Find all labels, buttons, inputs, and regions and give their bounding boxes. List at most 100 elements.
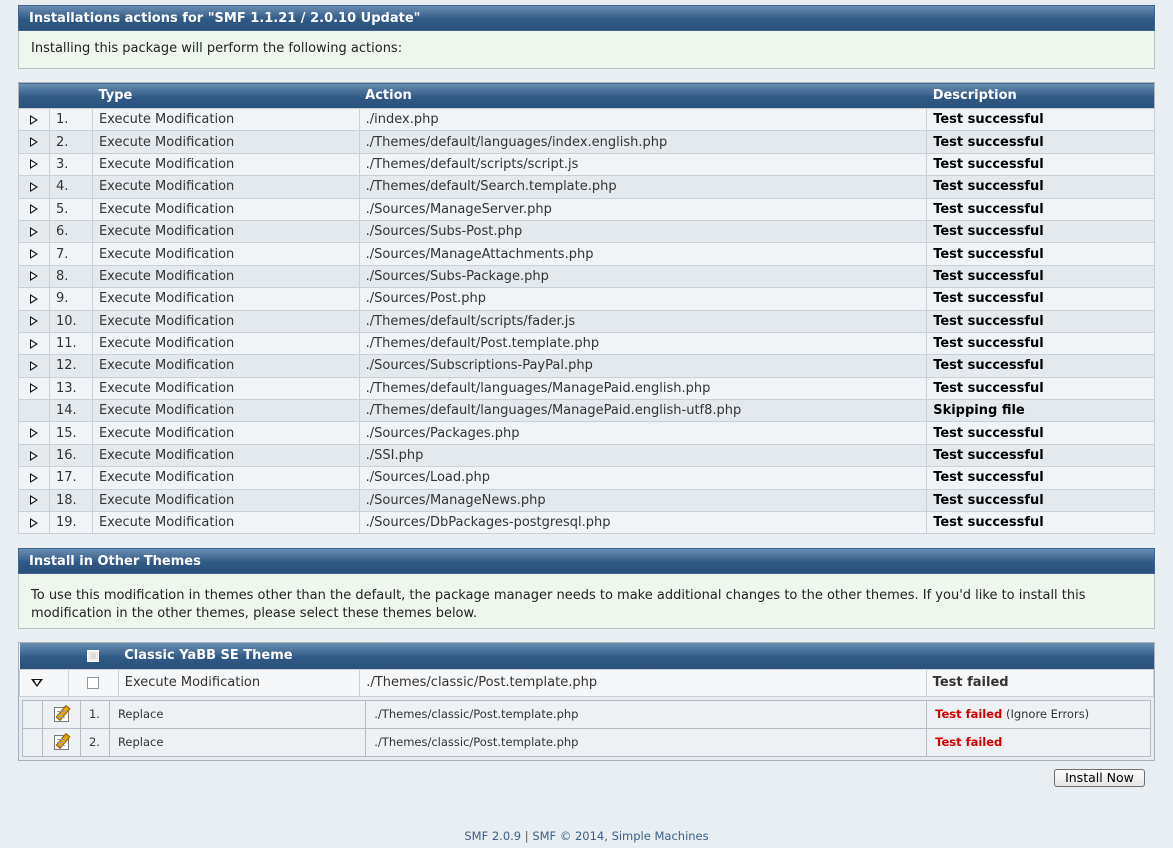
table-row: 1. Execute Modification ./index.php Test su… [18, 107, 1155, 132]
row-status: Test successful [926, 242, 1155, 266]
footer-copyright-link[interactable]: SMF © 2014 [532, 829, 604, 843]
sub-row-status-cell: Test failed (Ignore Errors) [926, 699, 1151, 729]
theme-name: Classic YaBB SE Theme [118, 643, 1154, 669]
row-type: Execute Modification [91, 376, 360, 401]
row-type: Execute Modification [91, 130, 360, 154]
row-number: 18. [48, 488, 93, 513]
expand-arrow-icon[interactable] [29, 338, 38, 349]
row-status: Test successful [926, 466, 1155, 490]
row-status: Test successful [926, 421, 1155, 445]
edit-icon [53, 734, 69, 750]
expand-arrow-icon[interactable] [29, 472, 38, 483]
other-themes-title: Install in Other Themes [29, 554, 201, 569]
row-action-file: ./Sources/ManageServer.php [358, 197, 928, 221]
footer: SMF 2.0.9 | SMF © 2014, Simple Machines [0, 829, 1173, 843]
row-status: Test successful [926, 197, 1155, 221]
install-now-button[interactable]: Install Now [1054, 769, 1145, 787]
install-actions-title: Installations actions for "SMF 1.1.21 / … [29, 11, 421, 26]
sub-row-file: ./Themes/classic/Post.template.php [365, 727, 928, 757]
expand-arrow-icon[interactable] [29, 360, 38, 371]
footer-version-link[interactable]: SMF 2.0.9 [464, 829, 521, 843]
row-action-file: ./Themes/default/Post.template.php [358, 331, 928, 356]
expand-arrow-icon[interactable] [29, 428, 38, 439]
install-intro-text: Installing this package will perform the… [31, 41, 403, 56]
row-type: Execute Modification [91, 264, 360, 289]
row-number: 11. [48, 331, 93, 356]
expand-arrow-icon[interactable] [29, 114, 38, 125]
row-type: Execute Modification [91, 443, 360, 468]
install-intro-box: Installing this package will perform the… [18, 31, 1155, 69]
expand-toggle[interactable] [18, 107, 50, 132]
expand-arrow-icon[interactable] [29, 204, 38, 215]
row-action-file: ./Themes/default/languages/ManagePaid.en… [358, 376, 928, 401]
table-row: 17. Execute Modification ./Sources/Load.ph… [18, 466, 1155, 490]
expand-toggle[interactable] [18, 511, 50, 535]
row-number: 16. [48, 443, 93, 468]
expand-toggle[interactable] [18, 376, 50, 401]
row-number: 1. [48, 107, 93, 132]
table-row: 9. Execute Modification ./Sources/Post.php… [18, 287, 1155, 311]
row-type: Execute Modification [91, 354, 360, 378]
theme-section-classic: Classic YaBB SE Theme Execute Modificati… [18, 642, 1155, 761]
expand-arrow-icon[interactable] [29, 226, 38, 237]
sub-row-number: 2. [79, 727, 110, 757]
theme-table: Classic YaBB SE Theme Execute Modificati… [19, 643, 1155, 697]
footer-company-link[interactable]: Simple Machines [612, 829, 709, 843]
collapse-toggle[interactable] [19, 668, 69, 697]
other-themes-intro-box: To use this modification in themes other… [18, 574, 1155, 629]
sub-action-row: 2. Replace ./Themes/classic/Post.template.… [22, 727, 1151, 757]
table-row: 5. Execute Modification ./Sources/ManageSe… [18, 197, 1155, 221]
expand-toggle[interactable] [18, 264, 50, 289]
theme-action-checkbox[interactable] [87, 676, 100, 689]
row-number: 14. [48, 399, 93, 423]
expand-arrow-icon[interactable] [29, 271, 38, 282]
expand-toggle[interactable] [18, 152, 50, 177]
expand-toggle[interactable] [18, 331, 50, 356]
expand-toggle[interactable] [18, 175, 50, 199]
other-themes-header: Install in Other Themes [18, 548, 1155, 574]
row-type: Execute Modification [91, 287, 360, 311]
expand-toggle[interactable] [18, 197, 50, 221]
expand-arrow-icon[interactable] [29, 159, 38, 170]
expand-toggle[interactable] [18, 219, 50, 244]
row-number: 15. [48, 421, 93, 445]
edit-icon [53, 706, 69, 722]
row-status: Test successful [926, 107, 1155, 132]
table-row: 15. Execute Modification ./Sources/Package… [18, 421, 1155, 445]
table-row: 10. Execute Modification ./Themes/default/… [18, 309, 1155, 333]
expand-toggle[interactable] [18, 488, 50, 513]
expand-arrow-icon[interactable] [29, 293, 38, 304]
collapse-arrow-icon[interactable] [31, 678, 43, 687]
row-action-file: ./Sources/Packages.php [358, 421, 928, 445]
row-type: Execute Modification [91, 152, 360, 177]
expand-arrow-icon[interactable] [29, 383, 38, 394]
expand-toggle[interactable] [18, 421, 50, 445]
expand-arrow-icon[interactable] [29, 316, 38, 327]
package-install-page: Installations actions for "SMF 1.1.21 / … [0, 0, 1173, 848]
row-action-file: ./Sources/Subscriptions-PayPal.php [358, 354, 928, 378]
table-row: 6. Execute Modification ./Sources/Subs-Pos… [18, 219, 1155, 244]
expand-arrow-icon[interactable] [29, 495, 38, 506]
table-row: 12. Execute Modification ./Sources/Subscri… [18, 354, 1155, 378]
row-type: Execute Modification [91, 219, 360, 244]
row-action-file: ./Sources/Subs-Package.php [358, 264, 928, 289]
row-type: Execute Modification [91, 107, 360, 132]
expand-toggle[interactable] [18, 309, 50, 333]
actions-table-header: Type Action Description [18, 82, 1155, 109]
expand-arrow-icon[interactable] [29, 517, 38, 528]
expand-arrow-icon[interactable] [29, 137, 38, 148]
expand-toggle[interactable] [18, 443, 50, 468]
expand-toggle[interactable] [18, 287, 50, 311]
row-status: Test successful [926, 354, 1155, 378]
select-all-checkbox[interactable] [87, 649, 100, 662]
expand-toggle[interactable] [18, 242, 50, 266]
row-action-file: ./SSI.php [358, 443, 928, 468]
expand-toggle[interactable] [18, 354, 50, 378]
expand-toggle[interactable] [18, 130, 50, 154]
expand-toggle[interactable] [18, 466, 50, 490]
expand-arrow-icon[interactable] [29, 249, 38, 260]
expand-arrow-icon[interactable] [29, 181, 38, 192]
expand-arrow-icon[interactable] [29, 450, 38, 461]
row-number: 8. [48, 264, 93, 289]
row-type: Execute Modification [91, 331, 360, 356]
